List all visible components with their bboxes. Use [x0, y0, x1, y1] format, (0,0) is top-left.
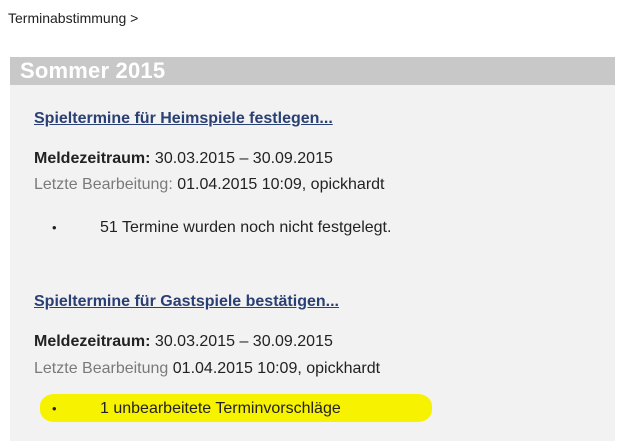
period-row: Meldezeitraum: 30.03.2015 – 30.09.2015: [34, 333, 333, 351]
bullet-text: 51 Termine wurden noch nicht festgelegt.: [100, 219, 392, 236]
home-games-link[interactable]: Spieltermine für Heimspiele festlegen...: [34, 110, 333, 128]
period-value: 30.03.2015 – 30.09.2015: [154, 333, 333, 350]
bullet-item: • 1 unbearbeitete Terminvorschläge: [52, 400, 341, 418]
bullet-text: 1 unbearbeitete Terminvorschläge: [100, 400, 341, 417]
last-edit-row: Letzte Bearbeitung 01.04.2015 10:09, opi…: [34, 360, 380, 378]
last-edit-row: Letzte Bearbeitung: 01.04.2015 10:09, op…: [34, 176, 385, 194]
bullet-icon: •: [52, 220, 57, 236]
period-value: 30.03.2015 – 30.09.2015: [154, 150, 333, 167]
period-label: Meldezeitraum:: [34, 150, 151, 167]
bullet-item: • 51 Termine wurden noch nicht festgelegt…: [52, 219, 391, 237]
period-label: Meldezeitraum:: [34, 333, 151, 350]
last-edit-value: 01.04.2015 10:09, opickhardt: [172, 360, 381, 377]
last-edit-value: 01.04.2015 10:09, opickhardt: [177, 176, 385, 193]
last-edit-label: Letzte Bearbeitung:: [34, 176, 173, 193]
last-edit-label: Letzte Bearbeitung: [34, 360, 169, 377]
period-row: Meldezeitraum: 30.03.2015 – 30.09.2015: [34, 150, 333, 168]
away-games-link[interactable]: Spieltermine für Gastspiele bestätigen..…: [34, 293, 339, 311]
bullet-icon: •: [52, 401, 57, 417]
panel-title: Sommer 2015: [20, 58, 166, 83]
breadcrumb[interactable]: Terminabstimmung >: [8, 10, 138, 26]
